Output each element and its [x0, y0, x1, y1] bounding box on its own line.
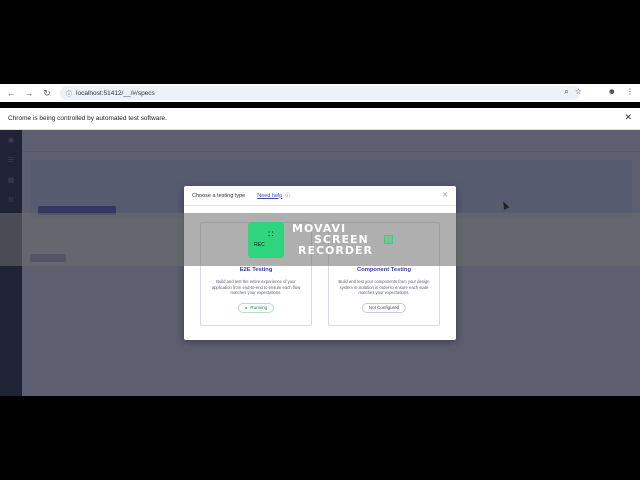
address-url: localhost:51412/__/#/specs [76, 89, 155, 97]
help-circle-icon[interactable]: ⓘ [285, 192, 290, 199]
card-description: Build and test your components from your… [338, 279, 430, 295]
menu-kebab-icon[interactable]: ⋮ [626, 87, 634, 96]
forward-arrow-icon[interactable]: → [20, 84, 38, 102]
watermark-line-3: RECORDER [298, 244, 373, 257]
watermark-square-icon [384, 235, 393, 244]
recorder-logo-icon: ∷ REC [248, 222, 284, 258]
card-title: E2E Testing [239, 267, 273, 273]
status-badge: Running [237, 303, 275, 313]
letterbox-bottom [0, 396, 640, 480]
site-info-icon[interactable]: ⓘ [66, 89, 72, 98]
browser-toolbar: ← → ↻ ⓘ localhost:51412/__/#/specs ⌕ ☆ ☻… [0, 84, 640, 102]
back-arrow-icon[interactable]: ← [2, 84, 20, 102]
card-title: Component Testing [357, 267, 411, 273]
need-help-link[interactable]: Need help [257, 193, 282, 199]
reload-icon[interactable]: ↻ [38, 84, 56, 102]
profile-icon[interactable]: ☻ [608, 87, 616, 96]
letterbox-top [0, 0, 640, 84]
automation-infobar: Chrome is being controlled by automated … [0, 108, 640, 130]
modal-title: Choose a testing type [192, 192, 246, 199]
infobar-close-icon[interactable]: ✕ [624, 112, 632, 123]
zoom-icon[interactable]: ⌕ [564, 87, 568, 97]
card-description: Build and test the entire experience of … [211, 279, 301, 295]
infobar-message: Chrome is being controlled by automated … [8, 115, 167, 122]
close-icon[interactable]: ✕ [442, 191, 448, 199]
modal-header: Choose a testing type Need help ⓘ ✕ [184, 186, 456, 206]
logo-rec-badge: REC [254, 242, 265, 248]
address-bar[interactable]: ⓘ localhost:51412/__/#/specs [60, 86, 580, 100]
status-badge: Not Configured [361, 303, 407, 313]
bookmark-star-icon[interactable]: ☆ [575, 87, 582, 97]
logo-dots-icon: ∷ [268, 229, 274, 239]
